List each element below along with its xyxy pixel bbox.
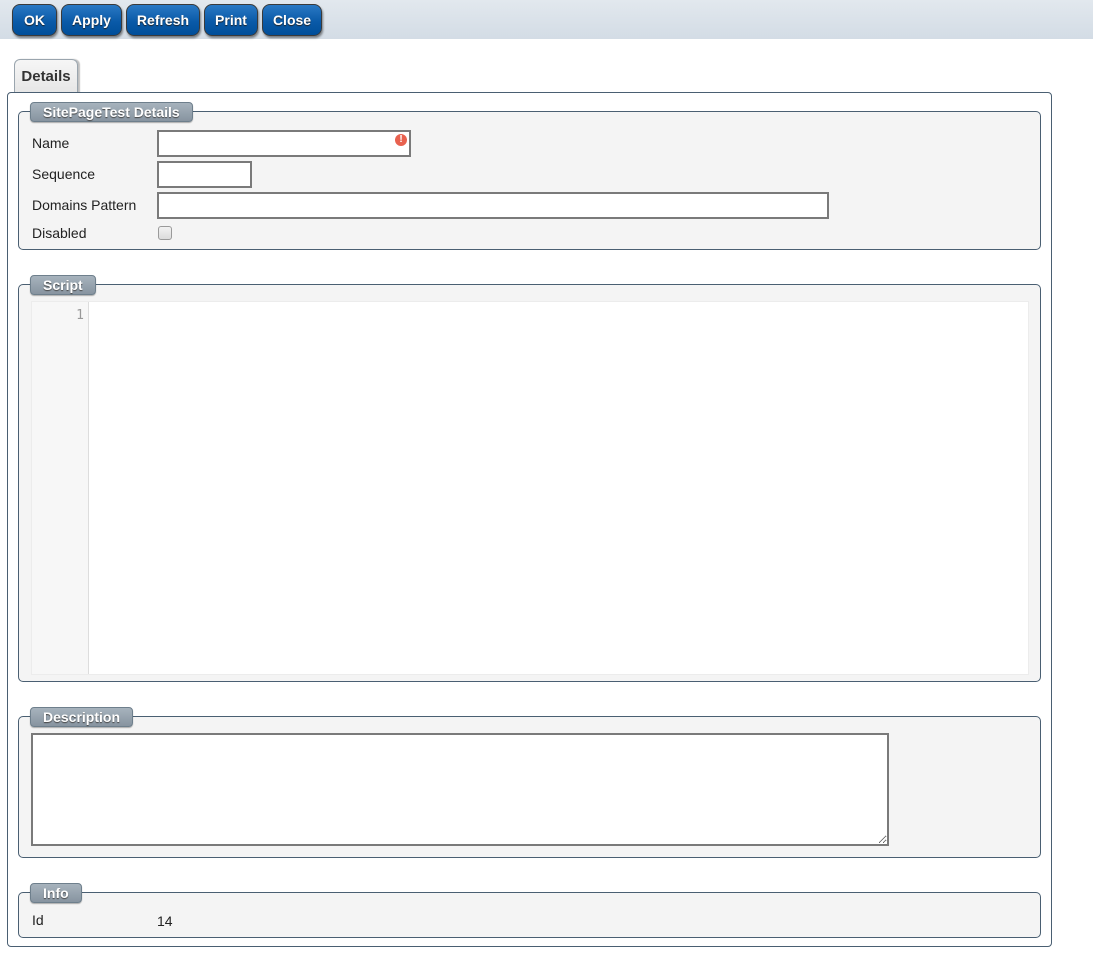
name-input[interactable]	[157, 130, 411, 157]
description-legend: Description	[30, 707, 134, 727]
domains-pattern-input[interactable]	[157, 192, 829, 219]
description-textarea[interactable]	[31, 733, 889, 846]
info-fieldset: Info Id 14	[18, 883, 1041, 938]
close-button[interactable]: Close	[262, 4, 322, 36]
script-editor[interactable]: 1	[31, 301, 1029, 675]
disabled-label: Disabled	[32, 225, 87, 241]
print-button[interactable]: Print	[204, 4, 258, 36]
details-fieldset: SitePageTest Details Name ! Sequence Dom…	[18, 102, 1041, 250]
line-number: 1	[76, 308, 84, 323]
tab-details[interactable]: Details	[14, 59, 78, 93]
id-label: Id	[32, 912, 44, 928]
info-legend: Info	[30, 883, 82, 903]
toolbar: OK Apply Refresh Print Close	[0, 0, 1093, 39]
disabled-checkbox[interactable]	[158, 226, 172, 240]
id-value: 14	[157, 913, 173, 929]
sequence-input[interactable]	[157, 161, 252, 188]
error-icon: !	[395, 134, 407, 146]
name-label: Name	[32, 135, 70, 151]
details-legend: SitePageTest Details	[30, 102, 193, 122]
script-fieldset: Script 1	[18, 275, 1041, 682]
sequence-label: Sequence	[32, 166, 96, 182]
refresh-button[interactable]: Refresh	[126, 4, 200, 36]
domains-pattern-label: Domains Pattern	[32, 197, 137, 213]
description-fieldset: Description	[18, 707, 1041, 858]
ok-button[interactable]: OK	[12, 4, 57, 36]
details-panel: SitePageTest Details Name ! Sequence Dom…	[7, 92, 1052, 947]
line-gutter: 1	[32, 302, 89, 674]
apply-button[interactable]: Apply	[61, 4, 122, 36]
script-legend: Script	[30, 275, 96, 295]
